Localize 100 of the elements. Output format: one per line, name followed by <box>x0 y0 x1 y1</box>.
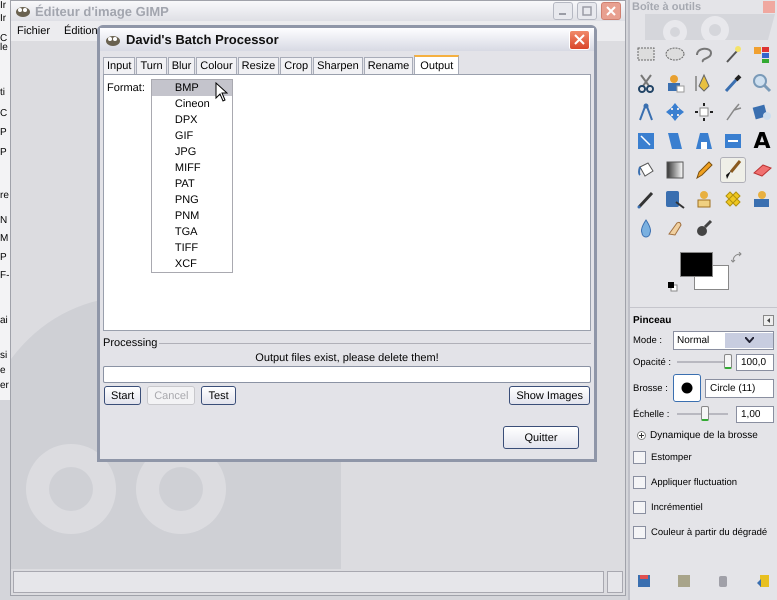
cut-off-text: re <box>0 190 9 201</box>
checkbox-label: Incrémentiel <box>651 502 703 513</box>
window-title: Éditeur d'image GIMP <box>35 4 170 18</box>
cut-off-text: C <box>0 33 8 44</box>
scale-icon <box>635 130 657 152</box>
action-button[interactable]: Test <box>201 386 236 405</box>
color-swatches-drawing[interactable] <box>680 252 730 290</box>
close-icon <box>574 34 585 45</box>
opacity-spinbox[interactable]: 100,0 <box>736 354 774 370</box>
cut-off-text: M <box>0 233 8 244</box>
format-option[interactable]: PNM <box>152 208 232 224</box>
tab[interactable]: Blur <box>168 57 196 74</box>
checkbox-label: Estomper <box>651 452 692 463</box>
format-list[interactable]: BMP Cineon DPX GIF JPG MIFF PAT PNG PNM TGA TIFF XCF <box>150 79 233 273</box>
scale-spinbox[interactable]: 1,00 <box>736 406 774 422</box>
tab[interactable]: Resize <box>238 57 280 74</box>
tab[interactable]: Input <box>103 57 136 74</box>
format-option[interactable]: TGA <box>152 224 232 240</box>
caret-icon <box>744 337 754 343</box>
cut-off-text: F- <box>0 270 10 281</box>
menu-item[interactable]: Fichier <box>17 25 50 37</box>
quit-button[interactable]: Quitter <box>503 426 579 449</box>
format-option[interactable]: PAT <box>152 176 232 192</box>
menu-item[interactable]: Édition <box>64 25 98 37</box>
cut-off-text: ai <box>0 315 8 326</box>
maximize-button[interactable] <box>577 2 597 20</box>
tab[interactable]: Output <box>414 55 460 74</box>
close-button[interactable] <box>601 2 621 20</box>
cut-off-text: P <box>0 127 7 138</box>
tab[interactable]: Colour <box>196 57 237 74</box>
format-option[interactable]: GIF <box>152 128 232 144</box>
scissors-icon <box>635 72 657 94</box>
text-tool-button[interactable]: A <box>749 128 775 154</box>
cut-off-text: N <box>0 215 8 226</box>
mouse-pointer-icon <box>214 82 228 102</box>
status-message: Output files exist, please delete them! <box>254 352 440 364</box>
checkbox[interactable] <box>633 476 646 489</box>
cut-off-text: C <box>0 108 8 119</box>
format-option[interactable]: DPX <box>152 112 232 128</box>
maximize-icon <box>582 6 592 16</box>
window-title: Boîte à outils <box>632 1 702 13</box>
mode-dropdown[interactable]: Normal <box>673 330 774 350</box>
slider-thumb[interactable] <box>724 354 732 369</box>
action-button[interactable]: Show Images <box>509 386 590 405</box>
tab[interactable]: Turn <box>136 57 167 74</box>
cut-off-text: P <box>0 252 7 263</box>
plus-icon <box>637 431 646 440</box>
brush-preview[interactable] <box>673 374 701 402</box>
pencil-icon <box>693 159 715 181</box>
dot-icon <box>681 382 693 394</box>
perspective-icon <box>693 130 715 152</box>
tab[interactable]: Rename <box>364 57 414 74</box>
cut-off-text: le <box>0 42 8 53</box>
field-label: Opacité : <box>633 356 669 368</box>
cut-off-text: ti <box>0 87 5 98</box>
format-option[interactable]: PNG <box>152 192 232 208</box>
dialog-title: David's Batch Processor <box>126 32 280 47</box>
format-label: Format: <box>107 81 145 96</box>
status-box <box>607 571 623 593</box>
cut-off-text: Ir <box>0 0 6 11</box>
format-option[interactable]: MIFF <box>152 160 232 176</box>
field-label: Échelle : <box>633 408 669 420</box>
checkbox-label: Appliquer fluctuation <box>651 477 738 488</box>
align-icon <box>693 101 715 123</box>
panel-menu-icon[interactable] <box>763 314 774 326</box>
slider-thumb[interactable] <box>701 406 710 421</box>
brush-name-field[interactable]: Circle (11) <box>705 378 774 398</box>
cut-off-text: er <box>0 380 9 391</box>
cut-off-text: Ir <box>0 13 6 24</box>
minimize-button[interactable] <box>553 2 573 20</box>
gradient-icon <box>664 159 686 181</box>
format-option[interactable]: JPG <box>152 144 232 160</box>
format-option[interactable]: Cineon <box>152 96 232 112</box>
action-button[interactable]: Start <box>104 386 142 405</box>
save-icon[interactable] <box>637 574 651 588</box>
eyedropper-icon <box>722 72 744 94</box>
checkbox[interactable] <box>633 501 646 514</box>
cut-off-text: P <box>0 147 7 158</box>
magnifier-icon <box>751 72 773 94</box>
default-colors-icon[interactable] <box>668 282 678 292</box>
dynamics-expander[interactable]: Dynamique de la brosse <box>637 430 774 441</box>
cut-off-text: si <box>0 350 8 361</box>
move-arrows-icon <box>664 101 686 123</box>
checkbox[interactable] <box>633 526 646 539</box>
options-title: Pinceau <box>633 314 672 326</box>
section-legend: Processing <box>103 337 158 349</box>
ink-icon <box>664 188 686 210</box>
tab[interactable]: Crop <box>280 57 312 74</box>
close-icon <box>606 6 616 16</box>
field-label: Mode : <box>633 334 664 346</box>
format-option[interactable]: TIFF <box>152 240 232 256</box>
checkbox-label: Couleur à partir du dégradé <box>651 527 768 538</box>
tab[interactable]: Sharpen <box>313 57 363 74</box>
swap-arrows-icon[interactable] <box>731 252 743 264</box>
format-option[interactable]: BMP <box>152 80 232 96</box>
format-option[interactable]: XCF <box>152 256 232 272</box>
wilber-mascot-icon <box>15 4 31 18</box>
checkbox[interactable] <box>633 451 646 464</box>
field-label: Brosse : <box>633 382 669 394</box>
cut-off-text: e <box>0 365 6 376</box>
